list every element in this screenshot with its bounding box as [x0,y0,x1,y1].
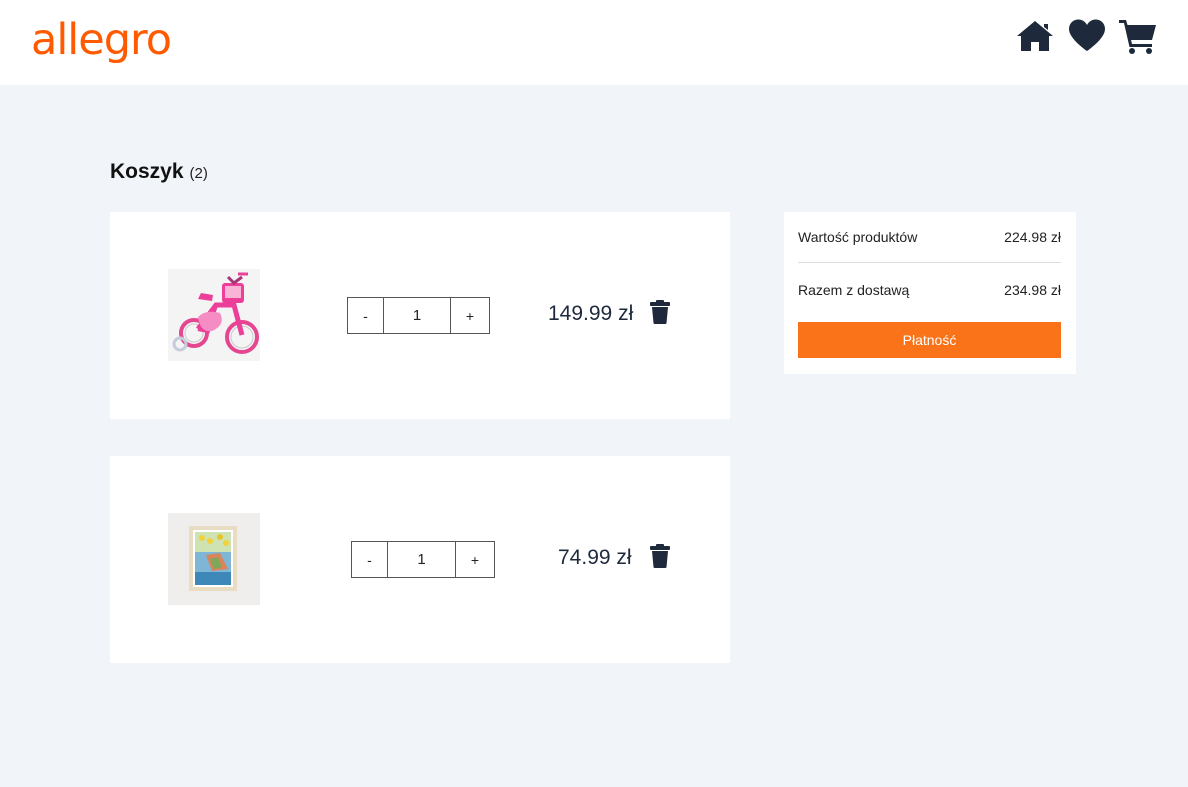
trash-icon[interactable] [650,300,670,324]
quantity-input[interactable]: 1 [384,298,450,333]
payment-button[interactable]: Płatność [798,322,1061,358]
products-value-row: Wartość produktów 224.98 zł [798,229,1061,245]
cart-count: (2) [189,165,208,182]
increment-button[interactable]: + [450,298,489,333]
order-summary: Wartość produktów 224.98 zł Razem z dost… [784,212,1076,374]
summary-divider [798,262,1061,263]
increment-button[interactable]: + [455,542,494,577]
heart-icon[interactable] [1067,16,1107,56]
cart-icon[interactable] [1118,16,1158,56]
total-amount: 234.98 zł [1004,282,1061,298]
cart-item: - 1 + 74.99 zł [110,456,730,663]
products-value-amount: 224.98 zł [1004,229,1061,245]
products-value-label: Wartość produktów [798,229,918,245]
product-image-poster[interactable] [168,513,260,605]
trash-icon[interactable] [650,544,670,568]
cart-title: Koszyk [110,160,184,183]
allegro-logo[interactable]: allegro [31,12,172,68]
decrement-button[interactable]: - [348,298,384,333]
item-price: 149.99 zł [548,302,634,325]
total-row: Razem z dostawą 234.98 zł [798,282,1061,298]
cart-item: - 1 + 149.99 zł [110,212,730,419]
cart-heading: Koszyk (2) [110,160,208,184]
quantity-stepper: - 1 + [351,541,495,578]
product-image-bicycle[interactable] [168,269,260,361]
item-price: 74.99 zł [558,546,632,569]
quantity-input[interactable]: 1 [388,542,455,577]
decrement-button[interactable]: - [352,542,388,577]
quantity-stepper: - 1 + [347,297,490,334]
total-label: Razem z dostawą [798,282,910,298]
header: allegro [0,0,1188,85]
home-icon[interactable] [1015,16,1055,56]
